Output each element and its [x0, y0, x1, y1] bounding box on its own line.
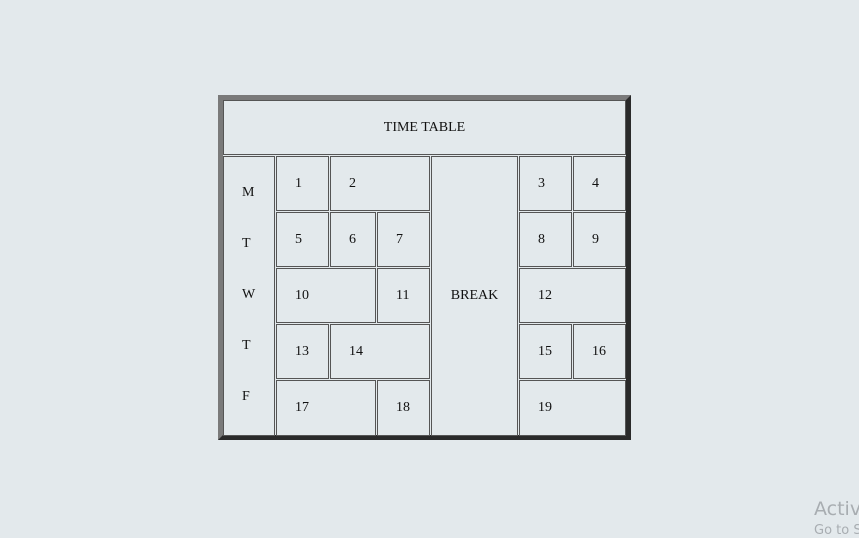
- period-number: 8: [538, 231, 545, 247]
- period-cell-3: 3: [519, 156, 572, 211]
- period-cell-14: 14: [330, 324, 430, 379]
- period-cell-11: 11: [377, 268, 430, 323]
- period-cell-2: 2: [330, 156, 430, 211]
- period-number: 3: [538, 175, 545, 191]
- period-cell-15: 15: [519, 324, 572, 379]
- period-cell-5: 5: [276, 212, 329, 267]
- day-label-monday: M: [242, 185, 255, 200]
- break-label: BREAK: [450, 288, 499, 303]
- period-number: 9: [592, 231, 599, 247]
- period-cell-4: 4: [573, 156, 626, 211]
- period-cell-7: 7: [377, 212, 430, 267]
- day-label-friday: F: [242, 389, 250, 404]
- period-number: 14: [349, 343, 363, 359]
- period-number: 4: [592, 175, 599, 191]
- period-number: 1: [295, 175, 302, 191]
- period-number: 5: [295, 231, 302, 247]
- period-number: 19: [538, 400, 552, 415]
- timetable-title: TIME TABLE: [223, 100, 626, 155]
- period-cell-9: 9: [573, 212, 626, 267]
- period-number: 12: [538, 287, 552, 303]
- period-number: 16: [592, 343, 606, 359]
- period-number: 2: [349, 175, 356, 191]
- period-number: 17: [295, 400, 309, 415]
- period-cell-8: 8: [519, 212, 572, 267]
- period-number: 18: [396, 400, 410, 415]
- period-number: 7: [396, 231, 403, 247]
- period-cell-16: 16: [573, 324, 626, 379]
- period-cell-18: 18: [377, 380, 430, 436]
- activate-windows-watermark: Activ: [814, 498, 859, 520]
- period-number: 13: [295, 343, 309, 359]
- break-cell: BREAK: [431, 156, 518, 436]
- period-number: 15: [538, 343, 552, 359]
- day-label-thursday: T: [242, 338, 251, 353]
- period-number: 10: [295, 287, 309, 303]
- period-cell-19: 19: [519, 380, 626, 436]
- period-cell-17: 17: [276, 380, 376, 436]
- period-cell-13: 13: [276, 324, 329, 379]
- timetable-title-text: TIME TABLE: [383, 119, 466, 135]
- period-cell-1: 1: [276, 156, 329, 211]
- period-cell-6: 6: [330, 212, 376, 267]
- period-cell-10: 10: [276, 268, 376, 323]
- period-number: 11: [396, 287, 410, 303]
- period-cell-12: 12: [519, 268, 626, 323]
- day-label-wednesday: W: [242, 287, 256, 302]
- activate-windows-subtext: Go to S: [814, 523, 859, 538]
- period-number: 6: [349, 231, 356, 247]
- day-label-tuesday: T: [242, 236, 251, 251]
